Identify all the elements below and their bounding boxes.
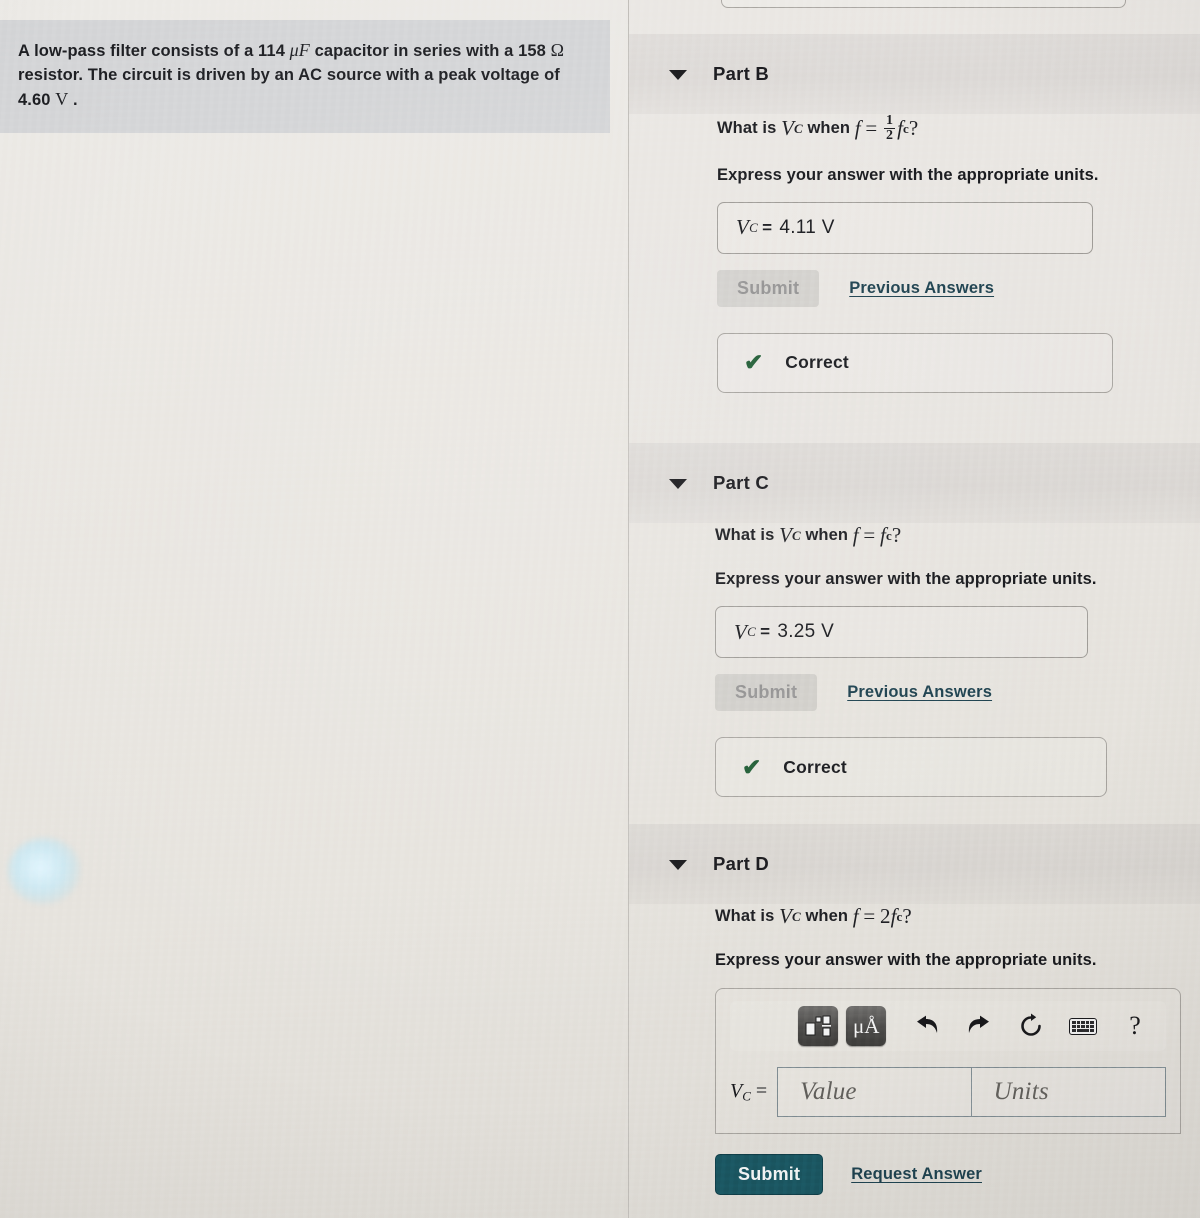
q-mid: when (805, 907, 849, 925)
undo-icon[interactable] (906, 1006, 948, 1046)
answer-var-sub: C (747, 624, 757, 639)
part-d-title: Part D (713, 853, 769, 874)
part-b-feedback-text: Correct (785, 352, 849, 373)
value-input[interactable]: Value (777, 1067, 972, 1117)
help-icon[interactable]: ? (1114, 1006, 1156, 1046)
part-b-express-instruction: Express your answer with the appropriate… (717, 165, 1099, 184)
part-b-header[interactable]: Part B (629, 34, 1200, 114)
q-eq: = (863, 523, 876, 547)
frac-denominator: 2 (884, 128, 896, 144)
answer-pane: Part B What is VC when f = 1 2 f c? Expre… (629, 0, 1200, 1218)
previous-answer-box-partial (721, 0, 1126, 8)
part-c-action-row: Submit Previous Answers (715, 674, 1200, 711)
part-c-previous-answers-link[interactable]: Previous Answers (847, 683, 992, 702)
problem-text-2: capacitor in series with a 158 (309, 42, 551, 60)
frac-numerator: 1 (886, 113, 894, 128)
answer-equals: = (762, 217, 773, 237)
part-c-feedback-box: ✔ Correct (715, 737, 1107, 797)
part-b-action-row: Submit Previous Answers (717, 269, 1200, 307)
problem-voltage-value: 4.60 (18, 90, 51, 109)
problem-period: . (73, 90, 78, 109)
problem-pane: A low-pass filter consists of a 114 μF c… (0, 0, 628, 1218)
q-var-v: V (781, 116, 794, 141)
part-d-submit-button[interactable]: Submit (715, 1154, 824, 1195)
q-prefix: What is (715, 907, 775, 925)
part-b-question: What is VC when f = 1 2 f c? (717, 113, 1200, 144)
microfarad-unit: μF (289, 40, 310, 60)
q-f: f (852, 523, 859, 547)
part-c-answer-value: 3.25 V (777, 621, 835, 642)
q-prefix: What is (715, 526, 775, 544)
q-coefficient: 2 (880, 904, 891, 928)
check-icon: ✔ (744, 349, 764, 376)
part-c-body: What is VC when f = f c? Express your ans… (629, 523, 1200, 797)
part-b-body: What is VC when f = 1 2 f c? Express your… (629, 113, 1200, 393)
q-var-sub: C (792, 908, 801, 924)
triangle-down-icon[interactable] (669, 70, 687, 80)
problem-statement: A low-pass filter consists of a 114 μF c… (0, 20, 610, 133)
q-var-v: V (779, 523, 792, 547)
part-b-answer-display: VC = 4.11 V (717, 201, 1093, 254)
entry-label: VC = (730, 1079, 768, 1104)
units-input[interactable]: Units (971, 1067, 1166, 1117)
problem-text-1: A low-pass filter consists of a 114 (18, 42, 290, 60)
problem-text-3: resistor. The circuit is driven by an AC… (18, 65, 560, 84)
q-suffix: ? (902, 904, 912, 928)
answer-var-sub: C (749, 219, 759, 235)
part-c-block: Part C What is VC when f = f c? Express y… (629, 443, 1200, 797)
part-c-title: Part C (713, 472, 769, 493)
part-c-express-instruction: Express your answer with the appropriate… (715, 570, 1097, 588)
q-eq: = (863, 904, 876, 928)
part-d-block: Part D What is VC when f = 2 f c? Express … (629, 824, 1200, 1195)
part-b-block: Part B What is VC when f = 1 2 f c? Expre… (629, 34, 1200, 393)
redo-icon[interactable] (958, 1006, 1000, 1046)
q-prefix: What is (717, 119, 777, 138)
q-var-sub: C (794, 120, 803, 136)
part-b-submit-button[interactable]: Submit (717, 269, 820, 307)
template-fraction-icon[interactable] (798, 1006, 839, 1046)
part-d-entry-row: VC = Value Units (730, 1067, 1166, 1117)
part-d-request-answer-link[interactable]: Request Answer (851, 1165, 982, 1184)
part-c-question: What is VC when f = f c? (715, 523, 1200, 548)
part-c-submit-button[interactable]: Submit (715, 674, 818, 711)
q-var-v: V (779, 904, 792, 928)
triangle-down-icon[interactable] (669, 479, 687, 489)
math-entry-toolbar: μÅ ? (730, 1001, 1166, 1051)
q-f: f (854, 116, 861, 141)
units-placeholder: Units (993, 1078, 1049, 1105)
check-icon: ✔ (742, 753, 762, 780)
q-suffix: ? (908, 116, 919, 141)
part-d-header[interactable]: Part D (629, 824, 1200, 904)
triangle-down-icon[interactable] (669, 860, 687, 870)
ohm-unit: Ω (550, 40, 565, 60)
part-d-answer-widget: μÅ ? VC = Value Units (715, 988, 1181, 1134)
value-placeholder: Value (800, 1078, 857, 1105)
answer-var-v: V (736, 215, 750, 240)
part-c-header[interactable]: Part C (629, 443, 1200, 523)
q-mid: when (805, 526, 849, 544)
part-d-express-instruction: Express your answer with the appropriate… (715, 951, 1097, 969)
part-c-feedback-text: Correct (783, 756, 847, 777)
part-b-previous-answers-link[interactable]: Previous Answers (849, 279, 994, 298)
part-b-title: Part B (713, 63, 769, 84)
q-mid: when (807, 119, 851, 138)
one-half-fraction: 1 2 (884, 113, 896, 144)
micro-angstrom-units-icon[interactable]: μÅ (846, 1006, 887, 1046)
volt-unit: V (55, 88, 69, 109)
q-var-sub: C (792, 527, 801, 543)
part-d-question: What is VC when f = 2 f c? (715, 904, 1200, 929)
q-f: f (852, 904, 859, 928)
answer-var-v: V (734, 619, 748, 644)
part-d-action-row: Submit Request Answer (715, 1154, 1200, 1195)
reset-icon[interactable] (1010, 1006, 1052, 1046)
keyboard-icon[interactable] (1062, 1006, 1104, 1046)
part-d-body: What is VC when f = 2 f c? Express your an… (629, 904, 1200, 1195)
part-b-feedback-box: ✔ Correct (717, 332, 1113, 393)
q-eq: = (865, 116, 878, 141)
part-c-answer-display: VC = 3.25 V (715, 606, 1088, 658)
part-b-answer-value: 4.11 V (779, 216, 835, 238)
q-suffix: ? (891, 523, 902, 547)
answer-equals: = (760, 622, 771, 641)
